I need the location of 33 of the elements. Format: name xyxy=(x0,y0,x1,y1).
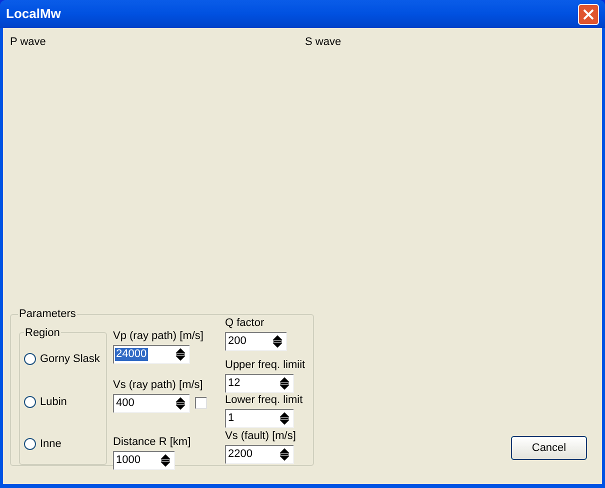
group-title: Parameters xyxy=(18,307,77,322)
close-icon xyxy=(583,8,594,20)
field-label: Q factor xyxy=(225,316,266,330)
spin-field[interactable]: 200 xyxy=(225,332,287,350)
spin-arrows-icon[interactable] xyxy=(176,396,185,410)
window-title: LocalMw xyxy=(6,5,61,24)
spin-field[interactable]: 24000 xyxy=(113,344,190,364)
field-label: Vs (ray path) [m/s] xyxy=(113,378,204,392)
checkbox[interactable] xyxy=(195,397,207,409)
spin-arrows-icon[interactable] xyxy=(273,334,282,348)
spin-field[interactable]: 1000 xyxy=(113,450,175,470)
spin-arrows-icon[interactable] xyxy=(280,376,289,390)
field-label: Vs (fault) [m/s] xyxy=(225,428,297,442)
radio-option[interactable]: Gorny Slask xyxy=(24,351,102,368)
spin-field[interactable]: 400 xyxy=(113,394,190,412)
field-label: Upper freq. limiit xyxy=(225,358,306,372)
spin-arrows-icon[interactable] xyxy=(176,348,185,360)
field-label: Lower freq. limit xyxy=(225,392,304,406)
radio-option[interactable]: Lubin xyxy=(24,394,102,410)
group-title: Region xyxy=(24,326,61,340)
panel-label: P wave xyxy=(10,36,46,48)
close-button[interactable] xyxy=(578,4,599,24)
spin-field[interactable]: 1 xyxy=(225,408,294,428)
panel-label: S wave xyxy=(305,36,342,48)
field-label: Vp (ray path) [m/s] xyxy=(113,328,204,342)
field-label: Distance R [km] xyxy=(113,434,192,448)
spin-arrows-icon[interactable] xyxy=(280,412,289,424)
radio-option[interactable]: Inne xyxy=(24,436,102,452)
spin-field[interactable]: 2200 xyxy=(225,444,294,464)
spin-arrows-icon[interactable] xyxy=(280,448,289,460)
cancel-button[interactable]: Cancel xyxy=(511,436,587,460)
spin-arrows-icon[interactable] xyxy=(161,454,170,466)
spin-field[interactable]: 12 xyxy=(225,374,294,392)
